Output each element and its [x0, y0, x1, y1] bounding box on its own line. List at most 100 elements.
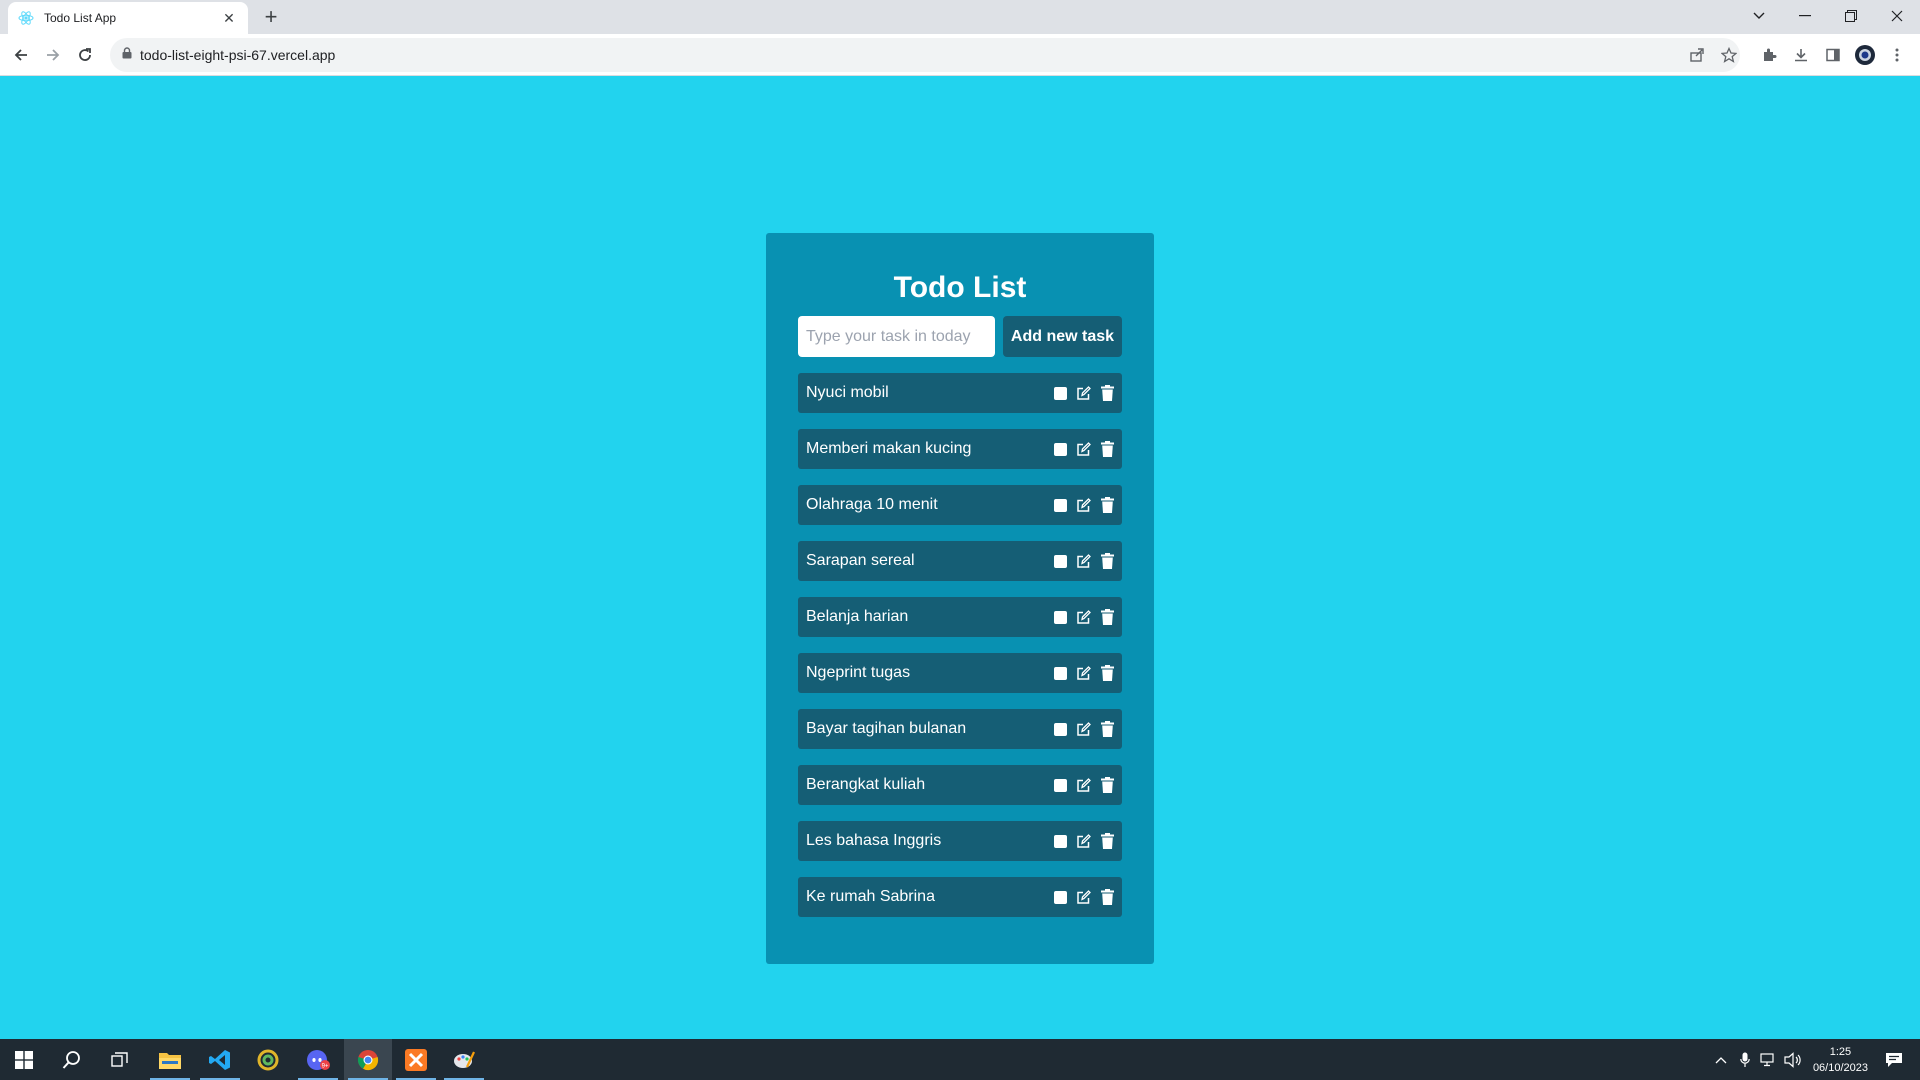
todo-item-text: Les bahasa Inggris	[806, 832, 942, 849]
edit-icon[interactable]	[1076, 777, 1091, 793]
side-panel-icon[interactable]	[1820, 42, 1846, 68]
lock-icon	[122, 46, 132, 64]
todo-complete-checkbox[interactable]	[1054, 834, 1067, 848]
todo-item-text: Ngeprint tugas	[806, 664, 911, 681]
todo-item: Olahraga 10 menit	[798, 485, 1122, 525]
download-icon[interactable]	[1788, 42, 1814, 68]
task-view-icon[interactable]	[96, 1039, 144, 1080]
edit-icon[interactable]	[1076, 665, 1091, 681]
trash-icon[interactable]	[1100, 497, 1115, 513]
app-swirl-icon[interactable]	[244, 1039, 292, 1080]
page-viewport: Todo List Add new task Nyuci mobil Member…	[0, 77, 1920, 1039]
forward-button[interactable]	[40, 42, 66, 68]
svg-text:9+: 9+	[322, 1063, 329, 1069]
todo-actions	[1054, 889, 1115, 905]
extensions-icon[interactable]	[1756, 42, 1782, 68]
taskbar-clock[interactable]: 1:25 06/10/2023	[1813, 1044, 1868, 1076]
trash-icon[interactable]	[1100, 609, 1115, 625]
share-icon[interactable]	[1684, 42, 1710, 68]
browser-tab[interactable]: Todo List App ✕	[8, 2, 248, 34]
todo-item-text: Sarapan sereal	[806, 552, 915, 569]
vscode-icon[interactable]	[196, 1039, 244, 1080]
todo-item: Nyuci mobil	[798, 373, 1122, 413]
chevron-up-icon[interactable]	[1709, 1048, 1733, 1072]
todo-item-text: Berangkat kuliah	[806, 776, 926, 793]
edit-icon[interactable]	[1076, 441, 1091, 457]
minimize-button[interactable]	[1782, 0, 1828, 32]
todo-complete-checkbox[interactable]	[1054, 386, 1067, 400]
todo-complete-checkbox[interactable]	[1054, 722, 1067, 736]
todo-complete-checkbox[interactable]	[1054, 778, 1067, 792]
todo-complete-checkbox[interactable]	[1054, 442, 1067, 456]
close-window-button[interactable]	[1874, 0, 1920, 32]
url-text: todo-list-eight-psi-67.vercel.app	[140, 47, 336, 63]
todo-actions	[1054, 721, 1115, 737]
new-tab-button[interactable]: +	[258, 4, 284, 30]
trash-icon[interactable]	[1100, 665, 1115, 681]
todo-item: Berangkat kuliah	[798, 765, 1122, 805]
todo-actions	[1054, 665, 1115, 681]
clock-time: 1:25	[1829, 1045, 1852, 1058]
trash-icon[interactable]	[1100, 833, 1115, 849]
network-icon[interactable]	[1757, 1048, 1781, 1072]
todo-item: Ke rumah Sabrina	[798, 877, 1122, 917]
paint-icon[interactable]	[440, 1039, 488, 1080]
trash-icon[interactable]	[1100, 553, 1115, 569]
todo-complete-checkbox[interactable]	[1054, 666, 1067, 680]
system-tray: 1:25 06/10/2023	[1709, 1039, 1920, 1080]
todo-complete-checkbox[interactable]	[1054, 890, 1067, 904]
reload-button[interactable]	[72, 42, 98, 68]
chrome-icon[interactable]	[344, 1039, 392, 1080]
browser-tab-strip: Todo List App ✕ +	[0, 0, 1920, 34]
edit-icon[interactable]	[1076, 889, 1091, 905]
clock-date: 06/10/2023	[1812, 1061, 1868, 1074]
edit-icon[interactable]	[1076, 385, 1091, 401]
trash-icon[interactable]	[1100, 889, 1115, 905]
restore-button[interactable]	[1828, 0, 1874, 32]
react-icon	[18, 10, 34, 26]
edit-icon[interactable]	[1076, 609, 1091, 625]
todo-actions	[1054, 441, 1115, 457]
edit-icon[interactable]	[1076, 833, 1091, 849]
trash-icon[interactable]	[1100, 385, 1115, 401]
todo-item: Bayar tagihan bulanan	[798, 709, 1122, 749]
todo-actions	[1054, 553, 1115, 569]
bookmark-star-icon[interactable]	[1716, 42, 1742, 68]
trash-icon[interactable]	[1100, 721, 1115, 737]
edit-icon[interactable]	[1076, 497, 1091, 513]
search-icon[interactable]	[48, 1039, 96, 1080]
todo-item-text: Nyuci mobil	[806, 384, 889, 401]
back-button[interactable]	[8, 42, 34, 68]
todo-complete-checkbox[interactable]	[1054, 610, 1067, 624]
browser-menu-icon[interactable]	[1884, 42, 1910, 68]
todo-item: Ngeprint tugas	[798, 653, 1122, 693]
windows-start-icon[interactable]	[0, 1039, 48, 1080]
todo-card: Todo List Add new task Nyuci mobil Member…	[766, 233, 1154, 964]
volume-icon[interactable]	[1781, 1048, 1805, 1072]
todo-actions	[1054, 833, 1115, 849]
add-task-button[interactable]: Add new task	[1003, 316, 1122, 357]
trash-icon[interactable]	[1100, 777, 1115, 793]
edit-icon[interactable]	[1076, 553, 1091, 569]
todo-complete-checkbox[interactable]	[1054, 554, 1067, 568]
tab-search-icon[interactable]	[1736, 0, 1782, 32]
todo-item: Memberi makan kucing	[798, 429, 1122, 469]
todo-item-text: Memberi makan kucing	[806, 440, 972, 457]
profile-avatar[interactable]	[1852, 42, 1878, 68]
task-input[interactable]	[798, 316, 995, 357]
close-tab-icon[interactable]: ✕	[220, 10, 238, 27]
file-explorer-icon[interactable]	[146, 1039, 194, 1080]
xampp-icon[interactable]	[392, 1039, 440, 1080]
todo-item-text: Ke rumah Sabrina	[806, 888, 935, 905]
notifications-icon[interactable]	[1882, 1048, 1906, 1072]
todo-actions	[1054, 777, 1115, 793]
todo-complete-checkbox[interactable]	[1054, 498, 1067, 512]
trash-icon[interactable]	[1100, 441, 1115, 457]
todo-actions	[1054, 609, 1115, 625]
microphone-icon[interactable]	[1733, 1048, 1757, 1072]
discord-icon[interactable]: 9+	[294, 1039, 342, 1080]
page-title: Todo List	[893, 271, 1027, 304]
tab-title: Todo List App	[44, 11, 117, 25]
edit-icon[interactable]	[1076, 721, 1091, 737]
address-bar[interactable]: todo-list-eight-psi-67.vercel.app	[110, 38, 1740, 72]
